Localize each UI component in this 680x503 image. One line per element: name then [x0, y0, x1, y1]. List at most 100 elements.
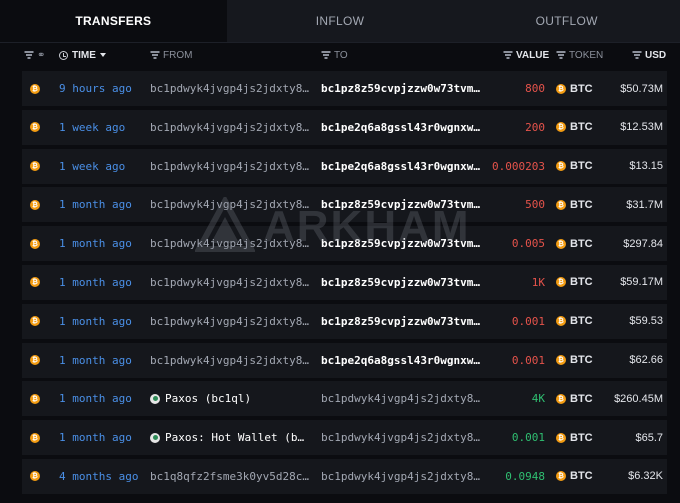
from-address-text: bc1pdwyk4jvgp4js2jdxty8… — [150, 275, 309, 289]
table-row[interactable]: ₿ 1 week ago bc1pdwyk4jvgp4js2jdxty8… bc1pe… — [22, 148, 667, 184]
from-address-link[interactable]: bc1pdwyk4jvgp4js2jdxty8… — [150, 187, 309, 222]
time-link[interactable]: 1 month ago — [59, 226, 132, 261]
time-link[interactable]: 4 months ago — [59, 459, 138, 494]
time-link[interactable]: 1 week ago — [59, 149, 125, 184]
token-symbol: BTC — [570, 431, 593, 444]
to-address-link[interactable]: bc1pz8z59cvpjzzw0w73tvm… — [321, 265, 480, 300]
table-row[interactable]: ₿ 1 month ago bc1pdwyk4jvgp4js2jdxty8… bc1p… — [22, 303, 667, 339]
usd-amount: $65.7 — [635, 431, 663, 444]
from-address-text: bc1pdwyk4jvgp4js2jdxty8… — [150, 120, 309, 134]
filter-icon — [150, 51, 159, 59]
time-link[interactable]: 1 month ago — [59, 304, 132, 339]
from-address-link[interactable]: bc1pdwyk4jvgp4js2jdxty8… — [150, 343, 309, 378]
from-address-link[interactable]: bc1q8qfz2fsme3k0yv5d28c… — [150, 459, 309, 494]
from-address-link[interactable]: bc1pdwyk4jvgp4js2jdxty8… — [150, 265, 309, 300]
time-column-header[interactable]: TIME — [59, 43, 106, 67]
from-address-link[interactable]: bc1pdwyk4jvgp4js2jdxty8… — [150, 149, 309, 184]
chain-filter-button[interactable]: ⚭ — [24, 43, 45, 67]
from-address-link[interactable]: bc1pdwyk4jvgp4js2jdxty8… — [150, 71, 309, 106]
table-row[interactable]: ₿ 1 month ago Paxos (bc1ql) bc1pdwyk4jvgp4j… — [22, 381, 667, 417]
usd-amount: $59.53 — [629, 315, 663, 328]
token-symbol: BTC — [570, 237, 593, 250]
time-link[interactable]: 1 month ago — [59, 420, 132, 455]
to-address-link[interactable]: bc1pe2q6a8gssl43r0wgnxw… — [321, 343, 480, 378]
from-address-link[interactable]: Paxos (bc1ql) — [150, 381, 251, 416]
value-amount: 0.001 — [511, 353, 545, 367]
value-amount: 0.005 — [511, 237, 545, 251]
to-column-header[interactable]: TO — [321, 43, 348, 67]
from-address-link[interactable]: bc1pdwyk4jvgp4js2jdxty8… — [150, 110, 309, 145]
to-address-link[interactable]: bc1pdwyk4jvgp4js2jdxty8… — [321, 459, 480, 494]
to-address-link[interactable]: bc1pz8z59cvpjzzw0w73tvm… — [321, 71, 480, 106]
from-address-link[interactable]: bc1pdwyk4jvgp4js2jdxty8… — [150, 226, 309, 261]
token-link[interactable]: BTC — [556, 187, 593, 222]
to-address-link[interactable]: bc1pdwyk4jvgp4js2jdxty8… — [321, 420, 480, 455]
time-link[interactable]: 1 month ago — [59, 381, 132, 416]
to-address-link[interactable]: bc1pz8z59cvpjzzw0w73tvm… — [321, 187, 480, 222]
to-address-link[interactable]: bc1pe2q6a8gssl43r0wgnxw… — [321, 149, 480, 184]
link-icon: ⚭ — [37, 49, 46, 61]
time-link[interactable]: 1 month ago — [59, 187, 132, 222]
to-address-link[interactable]: bc1pdwyk4jvgp4js2jdxty8… — [321, 381, 480, 416]
token-link[interactable]: BTC — [556, 381, 593, 416]
time-link[interactable]: 1 month ago — [59, 265, 132, 300]
table-row[interactable]: ₿ 1 month ago bc1pdwyk4jvgp4js2jdxty8… bc1p… — [22, 187, 667, 223]
token-symbol: BTC — [570, 392, 593, 405]
tab-transfers[interactable]: TRANSFERS — [0, 0, 227, 42]
tab-outflow[interactable]: OUTFLOW — [453, 0, 680, 42]
btc-token-icon — [556, 432, 566, 443]
from-column-header[interactable]: FROM — [150, 43, 192, 67]
token-link[interactable]: BTC — [556, 149, 593, 184]
filter-icon — [503, 51, 512, 59]
token-column-header[interactable]: TOKEN — [556, 43, 603, 67]
time-link[interactable]: 1 month ago — [59, 343, 132, 378]
from-address-link[interactable]: bc1pdwyk4jvgp4js2jdxty8… — [150, 304, 309, 339]
time-column-label: TIME — [72, 49, 96, 61]
time-link[interactable]: 9 hours ago — [59, 71, 132, 106]
value-amount: 200 — [525, 120, 545, 134]
table-row[interactable]: ₿ 1 month ago bc1pdwyk4jvgp4js2jdxty8… bc1p… — [22, 342, 667, 378]
entity-icon — [150, 432, 160, 443]
entity-icon — [150, 393, 160, 404]
token-link[interactable]: BTC — [556, 265, 593, 300]
to-address-link[interactable]: bc1pe2q6a8gssl43r0wgnxw… — [321, 110, 480, 145]
value-column-label: VALUE — [516, 49, 550, 61]
transfer-tabs: TRANSFERS INFLOW OUTFLOW — [0, 0, 680, 43]
bitcoin-chain-icon: ₿ — [30, 238, 40, 249]
usd-amount: $297.84 — [623, 237, 663, 250]
table-row[interactable]: ₿ 1 month ago Paxos: Hot Wallet (b… bc1pdwy… — [22, 420, 667, 456]
value-column-header[interactable]: VALUE — [503, 43, 549, 67]
transfers-table: ₿ 9 hours ago bc1pdwyk4jvgp4js2jdxty8… bc1p… — [22, 71, 667, 498]
btc-token-icon — [556, 393, 566, 404]
bitcoin-chain-icon: ₿ — [30, 471, 40, 482]
btc-token-icon — [556, 277, 566, 288]
token-link[interactable]: BTC — [556, 304, 593, 339]
tab-inflow[interactable]: INFLOW — [226, 0, 454, 42]
token-link[interactable]: BTC — [556, 343, 593, 378]
btc-token-icon — [556, 122, 566, 133]
token-link[interactable]: BTC — [556, 110, 593, 145]
from-address-link[interactable]: Paxos: Hot Wallet (b… — [150, 420, 304, 455]
value-amount: 500 — [525, 198, 545, 212]
token-link[interactable]: BTC — [556, 71, 593, 106]
time-link[interactable]: 1 week ago — [59, 110, 125, 145]
token-link[interactable]: BTC — [556, 420, 593, 455]
value-amount: 800 — [525, 82, 545, 95]
value-amount: 0.001 — [511, 314, 545, 328]
btc-token-icon — [556, 316, 566, 327]
btc-token-icon — [556, 471, 566, 482]
to-address-link[interactable]: bc1pz8z59cvpjzzw0w73tvm… — [321, 226, 480, 261]
to-address-link[interactable]: bc1pz8z59cvpjzzw0w73tvm… — [321, 304, 480, 339]
token-symbol: BTC — [570, 160, 593, 173]
token-link[interactable]: BTC — [556, 226, 593, 261]
table-row[interactable]: ₿ 1 month ago bc1pdwyk4jvgp4js2jdxty8… bc1p… — [22, 226, 667, 262]
value-amount: 4K — [531, 392, 545, 406]
from-column-label: FROM — [163, 49, 193, 61]
usd-column-header[interactable]: USD — [632, 43, 666, 67]
table-row[interactable]: ₿ 1 month ago bc1pdwyk4jvgp4js2jdxty8… bc1p… — [22, 264, 667, 300]
table-row[interactable]: ₿ 9 hours ago bc1pdwyk4jvgp4js2jdxty8… bc1p… — [22, 71, 667, 106]
table-row[interactable]: ₿ 4 months ago bc1q8qfz2fsme3k0yv5d28c… bc1… — [22, 458, 667, 494]
table-row[interactable]: ₿ 1 week ago bc1pdwyk4jvgp4js2jdxty8… bc1pe… — [22, 109, 667, 145]
token-link[interactable]: BTC — [556, 459, 593, 494]
btc-token-icon — [556, 199, 566, 210]
